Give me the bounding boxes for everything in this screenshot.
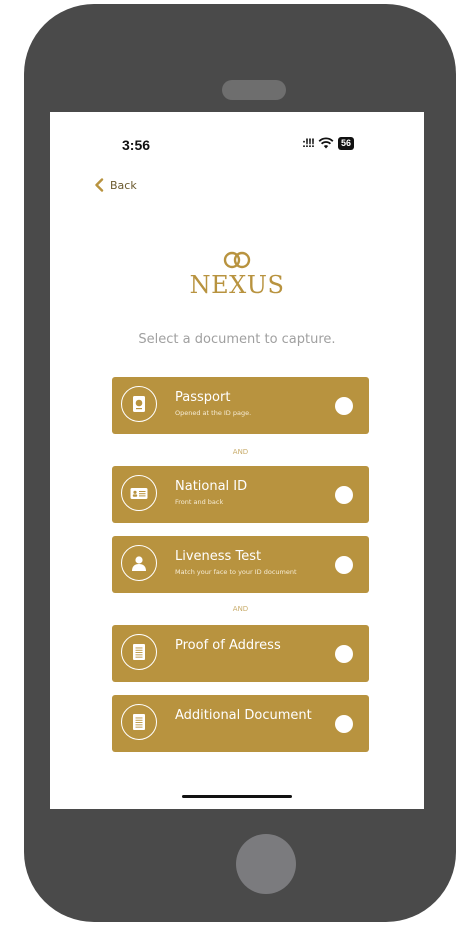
document-title: Additional Document bbox=[175, 708, 312, 723]
document-icon bbox=[121, 704, 157, 740]
document-icon bbox=[121, 634, 157, 670]
back-button[interactable]: Back bbox=[94, 178, 137, 192]
signal-icon: :!!! bbox=[302, 136, 315, 150]
document-title: Liveness Test bbox=[175, 549, 262, 564]
separator-and: AND bbox=[232, 605, 249, 613]
nexus-rings-icon bbox=[223, 251, 251, 269]
separator-and: AND bbox=[232, 448, 249, 456]
document-title: Proof of Address bbox=[175, 638, 281, 653]
status-time: 3:56 bbox=[122, 137, 151, 153]
battery-icon: 56 bbox=[337, 136, 354, 150]
radio-button[interactable] bbox=[335, 715, 353, 733]
radio-button[interactable] bbox=[335, 645, 353, 663]
brand-logo: NEXUS bbox=[50, 251, 424, 299]
chevron-left-icon bbox=[95, 178, 104, 192]
passport-icon bbox=[121, 386, 157, 422]
document-option-proof-of-address[interactable]: Proof of Address bbox=[112, 625, 369, 682]
home-button[interactable] bbox=[236, 834, 296, 894]
radio-button[interactable] bbox=[335, 486, 353, 504]
radio-button[interactable] bbox=[335, 397, 353, 415]
phone-screen: 3:56 :!!! 56 Back NEXUS Select a documen… bbox=[50, 112, 424, 809]
document-description: Opened at the ID page. bbox=[175, 409, 252, 417]
document-option-additional-document[interactable]: Additional Document bbox=[112, 695, 369, 752]
document-title: National ID bbox=[175, 479, 248, 494]
phone-speaker bbox=[222, 80, 286, 100]
document-option-national-id[interactable]: National ID Front and back bbox=[112, 466, 369, 523]
home-indicator[interactable] bbox=[182, 795, 292, 798]
wifi-icon bbox=[318, 137, 334, 149]
document-option-passport[interactable]: Passport Opened at the ID page. bbox=[112, 377, 369, 434]
document-description: Match your face to your ID document bbox=[175, 568, 297, 576]
document-description: Front and back bbox=[175, 498, 224, 506]
brand-name: NEXUS bbox=[189, 271, 285, 299]
radio-button[interactable] bbox=[335, 556, 353, 574]
page-subtitle: Select a document to capture. bbox=[138, 332, 336, 347]
document-title: Passport bbox=[175, 390, 231, 405]
document-option-liveness-test[interactable]: Liveness Test Match your face to your ID… bbox=[112, 536, 369, 593]
person-icon bbox=[121, 545, 157, 581]
status-icons: :!!! 56 bbox=[302, 136, 354, 150]
id-card-icon bbox=[121, 475, 157, 511]
back-label: Back bbox=[110, 178, 137, 192]
